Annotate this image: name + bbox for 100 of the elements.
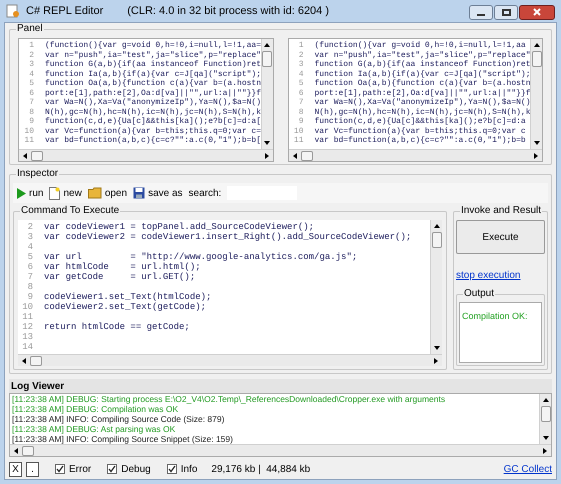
vertical-scrollbar[interactable] — [539, 394, 551, 444]
code-line: function Ia(a,b){if(a){var c=J[qa]("script"); — [314, 70, 530, 79]
code-line: return htmlCode == getCode; — [44, 322, 190, 332]
horizontal-scrollbar[interactable] — [10, 444, 551, 456]
scroll-down-icon[interactable] — [434, 346, 440, 350]
filter-checkbox[interactable] — [166, 464, 177, 474]
scroll-left-icon[interactable] — [23, 152, 27, 158]
line-number: 12 — [21, 322, 34, 332]
code-line: function(c,d,e){Ua[c]&&this[ka]();e?b[c]=d:a[ — [45, 117, 260, 126]
maximize-icon — [502, 8, 510, 16]
line-number: 9 — [28, 117, 35, 126]
scroll-thumb[interactable] — [31, 150, 43, 160]
code-line: var htmlCode = url.html(); — [44, 262, 201, 272]
horizontal-scrollbar[interactable] — [18, 354, 442, 366]
output-text: Compilation OK: — [462, 311, 528, 321]
log-viewer[interactable] — [9, 393, 552, 457]
scroll-right-icon[interactable] — [434, 358, 438, 364]
horizontal-scrollbar[interactable] — [288, 149, 542, 161]
code-line: function Ia(a,b){if(a){var c=J[qa]("script"); — [45, 70, 260, 79]
scroll-thumb[interactable] — [30, 356, 42, 366]
execute-button[interactable]: Execute — [456, 220, 545, 254]
scroll-up-icon[interactable] — [542, 398, 548, 402]
filter-checkbox[interactable] — [55, 464, 65, 474]
vertical-scrollbar[interactable] — [530, 39, 542, 149]
line-number: 3 — [298, 60, 304, 70]
code-viewer[interactable] — [18, 38, 274, 162]
line-number: 8 — [298, 108, 304, 117]
code-viewer[interactable] — [288, 38, 543, 162]
scroll-down-icon[interactable] — [542, 436, 548, 440]
filter-checkbox[interactable] — [107, 464, 118, 474]
line-number: 8 — [26, 282, 34, 292]
vertical-scrollbar[interactable] — [260, 39, 272, 149]
folder-icon — [88, 187, 102, 199]
window-subtitle: (CLR: 4.0 in 32 bit process with id: 6204 ) — [127, 4, 330, 19]
scroll-left-icon[interactable] — [14, 448, 18, 454]
scroll-left-icon[interactable] — [22, 358, 26, 364]
line-number: 2 — [298, 50, 304, 60]
scroll-thumb[interactable] — [300, 150, 312, 160]
line-number: 5 — [26, 252, 34, 262]
scroll-up-icon[interactable] — [534, 43, 540, 47]
memory-usage: 29,176 kb | 44,884 kb — [211, 462, 310, 476]
minimize-button[interactable] — [469, 4, 493, 20]
toolbar-button[interactable]: save as — [133, 186, 183, 200]
scroll-thumb[interactable] — [22, 446, 34, 456]
line-number: 7 — [298, 98, 304, 108]
code-line: (function(){var g=void 0,h=!0,i=null,l=!1,aa — [314, 41, 526, 50]
line-number: 11 — [23, 136, 35, 146]
scroll-thumb[interactable] — [262, 51, 272, 67]
code-line: function G(a,b){if(aa instanceof Function)ret — [314, 60, 530, 70]
scroll-down-icon[interactable] — [264, 141, 270, 145]
log-entry: [11:23:38 AM] DEBUG: Ast parsing was OK — [12, 424, 176, 434]
scroll-thumb[interactable] — [540, 406, 550, 422]
scroll-thumb[interactable] — [532, 51, 542, 67]
toolbar-button[interactable]: new — [49, 186, 82, 200]
search-label: search: — [188, 186, 222, 200]
line-number: 2 — [26, 222, 34, 232]
scroll-right-icon[interactable] — [264, 152, 268, 158]
log-viewer-title: Log Viewer — [11, 380, 64, 394]
code-line: var codeViewer1 = topPanel.add_SourceCodeViewer(); — [44, 222, 314, 232]
minimize-icon — [477, 14, 485, 16]
code-line: var n="push",ia="test",ja="slice",p="replace" — [45, 50, 260, 60]
maximize-button[interactable] — [494, 4, 518, 20]
line-number: 6 — [28, 88, 35, 98]
scroll-down-icon[interactable] — [534, 141, 540, 145]
scroll-right-icon[interactable] — [534, 152, 538, 158]
horizontal-scrollbar[interactable] — [19, 149, 272, 161]
line-number: 2 — [28, 50, 35, 60]
scroll-thumb[interactable] — [432, 232, 442, 248]
code-line: function(c,d,e){Ua[c]&&this[ka]();e?b[c]=d:a — [314, 117, 526, 126]
code-line: function Oa(a,b){function c(a){var b=(a.hostn — [314, 79, 530, 88]
code-line: N(h),gc=N(h),hc=N(h),ic=N(h),jc=N(h),S=N(h),k — [314, 108, 530, 117]
close-button[interactable] — [519, 4, 555, 20]
log-button[interactable]: X — [9, 462, 22, 476]
line-number: 11 — [292, 136, 304, 146]
line-number: 3 — [26, 232, 34, 242]
toolbar-button[interactable]: run — [17, 186, 44, 200]
line-number: 3 — [28, 60, 35, 70]
filter-label: Info — [180, 462, 198, 476]
scroll-up-icon[interactable] — [264, 43, 270, 47]
line-number: 7 — [26, 272, 34, 282]
code-line: var bd=function(a,b,c){c=c?"":a.c(0,"1");b=b[ — [45, 136, 260, 146]
stop-execution-link[interactable]: stop execution — [456, 270, 520, 281]
gc-collect-link[interactable]: GC Collect — [504, 462, 552, 476]
log-button[interactable]: . — [26, 462, 39, 476]
code-line: var url = "http://www.google-analytics.com/ga.js"; — [44, 252, 358, 262]
code-line: var bd=function(a,b,c){c=c?"":a.c(0,"1");b=b — [314, 136, 526, 146]
line-number: 5 — [28, 79, 35, 88]
group-title: Output — [463, 288, 496, 300]
line-number: 4 — [26, 242, 34, 252]
scroll-left-icon[interactable] — [292, 152, 296, 158]
code-line: (function(){var g=void 0,h=!0,i=null,l=!1,aa= — [45, 41, 260, 50]
code-line: function Oa(a,b){function c(a){var b=(a.hostn — [45, 79, 260, 88]
toolbar-button[interactable]: open — [88, 186, 128, 200]
log-entry: [11:23:38 AM] INFO: Compiling Source Code (Size: 879) — [12, 414, 226, 424]
line-number: 8 — [28, 108, 35, 117]
code-line: var codeViewer2 = codeViewer1.insert_Right().add_SourceCodeViewer(); — [44, 232, 412, 242]
scroll-right-icon[interactable] — [543, 448, 547, 454]
scroll-up-icon[interactable] — [434, 224, 440, 228]
line-number: 4 — [28, 70, 35, 79]
vertical-scrollbar[interactable] — [430, 220, 442, 354]
